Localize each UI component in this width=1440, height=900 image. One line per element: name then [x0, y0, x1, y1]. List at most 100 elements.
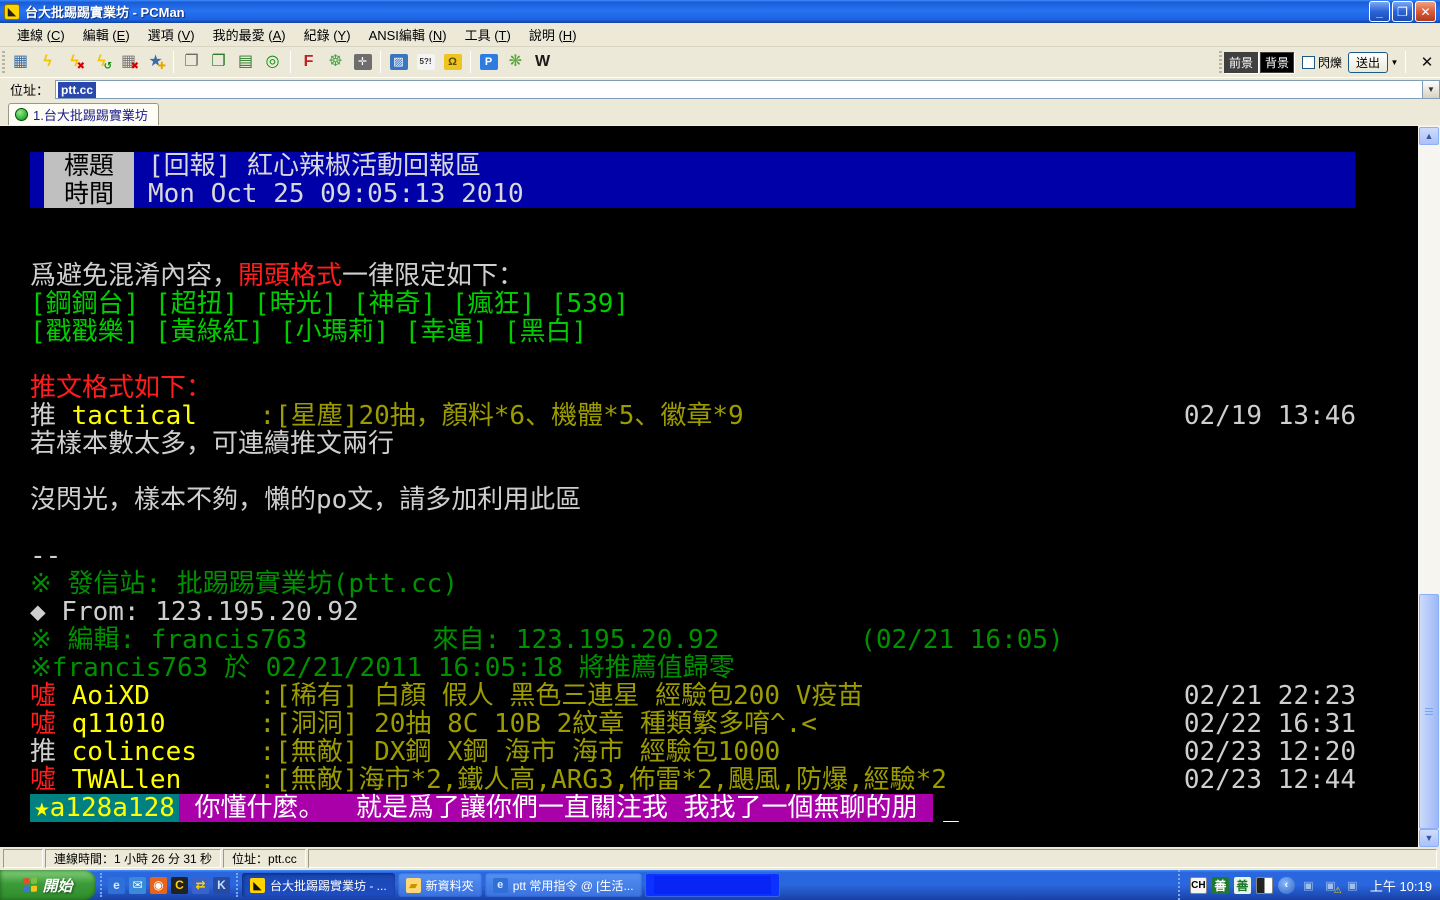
ansi-chars-button[interactable]: 5?! [413, 50, 438, 74]
terminal-text-segment: q11010 [71, 709, 166, 739]
terminal-text-segment: ※francis763 於 02/21/2011 16:05:18 將推薦值歸零 [30, 653, 735, 683]
flower-search-button[interactable]: ❋ [503, 50, 528, 74]
menu-item-C[interactable]: 連線 (C) [8, 22, 74, 47]
ime-chinese-icon[interactable]: 善 [1211, 876, 1229, 894]
taskbar-button-flashing[interactable] [644, 873, 780, 897]
keyboard-layout-icon[interactable] [1255, 876, 1273, 894]
terminal-line: [戳戳樂] [黃綠紅] [小瑪莉] [幸運] [黑白] [30, 318, 1418, 346]
menu-item-T[interactable]: 工具 (T) [456, 22, 520, 47]
terminal-text-segment: 推文格式如下： [30, 373, 213, 403]
clock: 上午 10:19 [1369, 878, 1432, 894]
new-window-button[interactable]: ▨ [386, 50, 411, 74]
terminal-line: ※francis763 於 02/21/2011 16:05:18 將推薦值歸零 [30, 654, 1418, 682]
menu-item-A[interactable]: 我的最愛 (A) [204, 22, 295, 47]
transfer-quicklaunch-icon[interactable]: ⇄ [192, 876, 209, 894]
terminal-text-segment: colinces [71, 737, 197, 767]
unlock-button[interactable]: Ω [440, 50, 465, 74]
terminal-line: 推文格式如下： [30, 374, 1418, 402]
menu-item-E[interactable]: 編輯 (E) [74, 22, 139, 47]
mail-quicklaunch-icon[interactable]: ✉ [129, 876, 146, 894]
blink-checkbox[interactable] [1301, 55, 1315, 69]
menu-item-V[interactable]: 選項 (V) [139, 22, 204, 47]
ie-quicklaunch-icon[interactable]: e [108, 876, 125, 894]
scroll-up-arrow[interactable]: ▲ [1419, 127, 1439, 145]
send-dropdown-arrow[interactable]: ▼ [1388, 52, 1401, 73]
start-button[interactable]: 開始 [0, 870, 96, 900]
network-icon-2[interactable]: ▣ [1344, 877, 1361, 894]
blink-label: 閃爍 [1317, 55, 1342, 70]
restore-button[interactable]: ❐ [1392, 1, 1413, 22]
pcman-quicklaunch-icon[interactable]: C [171, 876, 188, 894]
terminal-text-segment: 推 [30, 401, 72, 431]
toolbar-grip-right[interactable] [1218, 51, 1222, 73]
app-k-quicklaunch-icon[interactable]: K [213, 876, 230, 894]
add-bookmark-button[interactable]: ★ ✚ [143, 50, 168, 74]
add-bookmark-icon-overlay: ✚ [157, 61, 166, 72]
menu-item-Y[interactable]: 紀錄 (Y) [295, 22, 360, 47]
wikipedia-button[interactable]: W [530, 50, 555, 74]
window-title: 台大批踢踢實業坊 - PCMan [25, 5, 185, 20]
push-timestamp: 02/19 13:46 [1183, 401, 1356, 431]
address-status: 位址：ptt.cc [223, 849, 306, 868]
find-button[interactable]: ◎ [260, 50, 285, 74]
network-warning-icon[interactable]: ▣ ⚠ [1322, 877, 1342, 895]
connect-button[interactable]: ϟ [35, 50, 60, 74]
send-button[interactable]: 送出 [1347, 51, 1388, 73]
connection-time-status: 連線時間：1 小時 26 分 31 秒 [45, 849, 222, 868]
push-timestamp: 02/23 12:20 [1183, 737, 1356, 767]
toolbar-close-icon[interactable]: ✕ [1414, 53, 1440, 71]
close-button[interactable]: ✕ [1415, 1, 1436, 22]
toolbar-grip[interactable] [2, 51, 5, 73]
terminal-line: 噓 TWALlen :[無敵]海市*2,鐵人高,ARG3,佈雷*2,颶風,防爆,… [30, 766, 1418, 794]
terminal-text-segment: TWALlen [71, 765, 182, 795]
copy-button[interactable]: ❐ [179, 50, 204, 74]
tab-bar: 1.台大批踢踢實業坊 [0, 101, 1440, 125]
address-input[interactable]: ptt.cc [55, 80, 1423, 99]
site-manager-button[interactable]: ▦ [8, 50, 33, 74]
pcman-search-button[interactable]: P [476, 50, 501, 74]
terminal-text-segment: 若樣本數太多，可連續推文兩行 [30, 429, 395, 459]
ansi-chars-icon: 5?! [416, 54, 435, 70]
scrollbar-thumb[interactable] [1419, 594, 1439, 829]
paste-ansi-button[interactable]: ▤ [233, 50, 258, 74]
reconnect-button[interactable]: ϟ ↺ [89, 50, 114, 74]
terminal-text-segment: :[無敵]海市*2,鐵人高,ARG3,佈雷*2,颶風,防爆,經驗*2 [181, 765, 947, 795]
close-session-button[interactable]: ▦ ✖ [116, 50, 141, 74]
font-button[interactable]: F [296, 50, 321, 74]
background-color-button[interactable]: 背景 [1259, 51, 1294, 73]
tab-label: 1.台大批踢踢實業坊 [33, 108, 148, 123]
address-dropdown-arrow[interactable]: ▼ [1423, 80, 1440, 99]
hide-icons-chevron[interactable]: ‹ [1277, 876, 1295, 894]
network-icon[interactable]: ▣ [1300, 877, 1317, 894]
taskbar: 開始 e ✉ ◉ C ⇄ K ◣ 台大批踢踢實業坊 - ... ▰ 新資料夾 e ptt 常用指令 … [0, 870, 1440, 900]
title-bar: ◣ 台大批踢踢實業坊 - PCMan _ ❐ ✕ [0, 0, 1440, 23]
menu-item-N[interactable]: ANSI編輯 (N) [360, 22, 456, 47]
scroll-down-arrow[interactable]: ▼ [1419, 829, 1439, 847]
copy-icon: ❐ [184, 53, 199, 70]
terminal-text-segment: 噓 [30, 709, 72, 739]
language-indicator[interactable]: CH [1189, 876, 1207, 894]
minimize-button[interactable]: _ [1369, 1, 1390, 22]
terminal-content: 標題 時間 [回報] 紅心辣椒活動回報區 Mon Oct 25 09:05:13 … [0, 126, 1418, 847]
tab-session-1[interactable]: 1.台大批踢踢實業坊 [8, 103, 159, 125]
connect-icon: ϟ [43, 53, 52, 70]
taskbar-button-ie[interactable]: e ptt 常用指令 @ [生活... [484, 873, 642, 897]
status-cell-filler [307, 849, 1437, 868]
wikipedia-icon: W [534, 53, 551, 70]
settings-gear-button[interactable]: ☸ [323, 50, 348, 74]
media-player-quicklaunch-icon[interactable]: ◉ [150, 876, 167, 894]
screen-size-button[interactable]: ✛ [350, 50, 375, 74]
status-cell-empty [3, 849, 43, 868]
terminal-line: 若樣本數太多，可連續推文兩行 [30, 430, 1418, 458]
taskbar-button-folder[interactable]: ▰ 新資料夾 [397, 873, 482, 897]
terminal-line: 噓 q11010 :[洞洞] 20抽 8C 10B 2紋章 種類繁多唷^.< 02… [30, 710, 1418, 738]
foreground-color-button[interactable]: 前景 [1223, 51, 1258, 73]
taskbar-button-label: 台大批踢踢實業坊 - ... [270, 878, 387, 893]
paste-button[interactable]: ❐ [206, 50, 231, 74]
vertical-scrollbar[interactable]: ▲ ▼ [1418, 126, 1440, 848]
ime-keyboard-icon[interactable]: 善 [1233, 876, 1251, 894]
close-session-icon-overlay: ✖ [130, 61, 139, 72]
menu-item-H[interactable]: 說明 (H) [520, 22, 586, 47]
disconnect-button[interactable]: ϟ ✖ [62, 50, 87, 74]
taskbar-button-pcman[interactable]: ◣ 台大批踢踢實業坊 - ... [242, 873, 395, 897]
